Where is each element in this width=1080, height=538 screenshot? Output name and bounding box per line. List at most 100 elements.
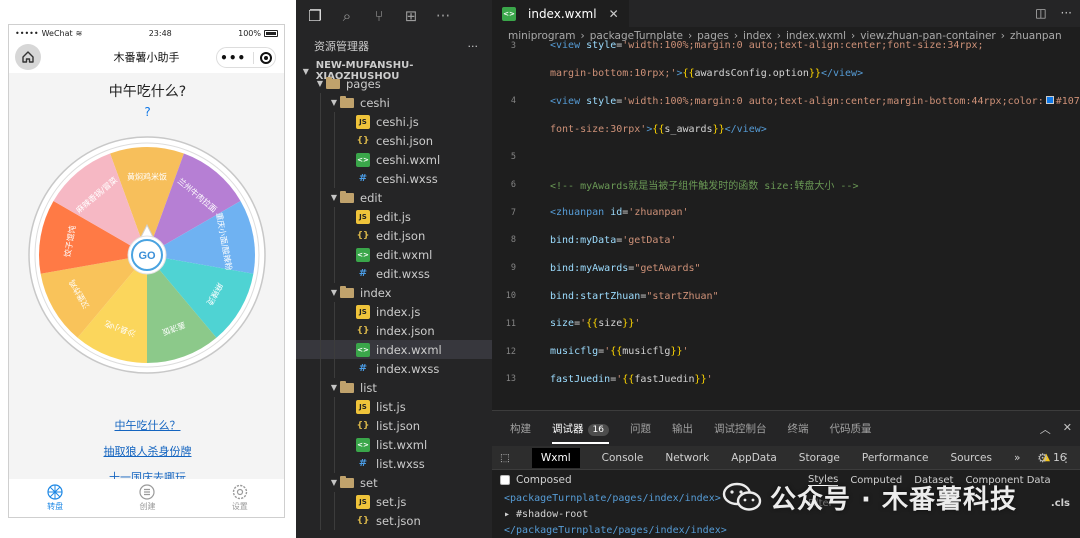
debug-tab[interactable]: 问题	[630, 421, 651, 436]
code-line[interactable]: 7 <zhuanpan id='zhuanpan'	[492, 199, 1080, 227]
line-number: 6	[510, 179, 516, 190]
search-icon[interactable]: ⌕	[338, 7, 356, 25]
indent-guide	[320, 150, 321, 169]
explorer-more-button[interactable]: ···	[468, 40, 479, 53]
line-number: 7	[510, 207, 516, 218]
tree-folder-set[interactable]: ▼ set	[296, 473, 492, 492]
more-icon[interactable]: ···	[434, 7, 452, 25]
close-icon[interactable]: ✕	[609, 7, 619, 21]
debug-tab[interactable]: 调试器 16	[552, 421, 609, 444]
debug-tab[interactable]: 构建	[510, 421, 531, 436]
tab-wheel[interactable]: 转盘	[9, 479, 101, 517]
tree-folder-pages[interactable]: ▼ pages	[296, 74, 492, 93]
indent-guide	[334, 302, 335, 321]
devtools-tab[interactable]: AppData	[731, 452, 777, 464]
cls-button[interactable]: .cls	[1051, 498, 1070, 509]
inspect-element-icon[interactable]: ⬚	[500, 452, 510, 464]
json-file-icon: {}	[356, 325, 370, 336]
code-line[interactable]: 4 <view style='width:100%;margin:0 auto;t…	[492, 88, 1080, 116]
source-control-icon[interactable]: ⑂	[370, 7, 388, 25]
code-line[interactable]: 9 bind:myAwards="getAwards"	[492, 254, 1080, 282]
chevron-up-icon[interactable]: ︿	[1040, 421, 1051, 437]
code-line[interactable]: 14repeat='{{repeat}}'	[492, 393, 1080, 396]
tree-file-ceshi-json[interactable]: {} ceshi.json	[296, 131, 492, 150]
tree-file-set-js[interactable]: JS set.js	[296, 492, 492, 511]
gear-icon[interactable]: ⚙	[1037, 451, 1048, 465]
tree-folder-index[interactable]: ▼ index	[296, 283, 492, 302]
tree-file-edit-json[interactable]: {} edit.json	[296, 226, 492, 245]
more-dots-icon[interactable]: •••	[220, 52, 246, 64]
debug-tab[interactable]: 终端	[787, 421, 808, 436]
tree-item-label: pages	[346, 76, 381, 91]
tree-folder-edit[interactable]: ▼ edit	[296, 188, 492, 207]
tree-file-list-wxml[interactable]: <> list.wxml	[296, 435, 492, 454]
link-werewolf[interactable]: 抽取狼人杀身份牌	[9, 443, 284, 459]
tree-file-index-json[interactable]: {} index.json	[296, 321, 492, 340]
json-file-icon: {}	[356, 515, 370, 526]
tree-file-ceshi-js[interactable]: JS ceshi.js	[296, 112, 492, 131]
battery-label: 100%	[238, 28, 261, 38]
tree-file-list-wxss[interactable]: # list.wxss	[296, 454, 492, 473]
devtools-tab[interactable]: Wxml	[531, 447, 580, 468]
code-line[interactable]: margin-bottom:10rpx;'>{{awardsConfig.opt…	[492, 60, 1080, 88]
tree-file-ceshi-wxml[interactable]: <> ceshi.wxml	[296, 150, 492, 169]
code-line[interactable]: 6 <!-- myAwards就是当被子组件触发时的函数 size:转盘大小 --…	[492, 171, 1080, 199]
tree-item-label: edit.wxss	[376, 266, 430, 281]
tab-bar: 转盘 创建 设置	[9, 479, 284, 517]
tree-file-index-wxml[interactable]: <> index.wxml	[296, 340, 492, 359]
devtools-tab[interactable]: Performance	[862, 452, 929, 464]
tree-file-index-wxss[interactable]: # index.wxss	[296, 359, 492, 378]
tree-file-edit-wxss[interactable]: # edit.wxss	[296, 264, 492, 283]
go-button-label[interactable]: GO	[138, 250, 156, 262]
code-line[interactable]: 10 bind:startZhuan="startZhuan"	[492, 282, 1080, 310]
tree-file-set-json[interactable]: {} set.json	[296, 511, 492, 530]
close-panel-icon[interactable]: ✕	[1063, 421, 1072, 437]
wxml-file-icon: <>	[356, 342, 370, 357]
tree-item-label: list.js	[376, 399, 406, 414]
code-line[interactable]: font-size:30rpx'>{{s_awards}}</view>	[492, 115, 1080, 143]
extensions-icon[interactable]: ⊞	[402, 7, 420, 25]
code-area[interactable]: 3 <view style='width:100%;margin:0 auto;t…	[492, 32, 1080, 396]
link-lunch[interactable]: 中午吃什么？	[9, 417, 284, 433]
composed-checkbox[interactable]	[500, 475, 510, 485]
devtools-tab[interactable]: Console	[602, 452, 644, 464]
debug-tab[interactable]: 调试控制台	[714, 421, 767, 436]
turntable-wheel[interactable]: 黄焖鸡米饭 兰州牛肉拉面重庆小面/酸辣粉麻辣烫盖浇饭沙县小吃汉堡炸鸡饺子馄饨麻辣香…	[27, 135, 267, 375]
tree-file-ceshi-wxss[interactable]: # ceshi.wxss	[296, 169, 492, 188]
wxml-node-close[interactable]: </packageTurnplate/pages/index/index>	[504, 522, 1080, 538]
code-line[interactable]: 5	[492, 143, 1080, 171]
code-line[interactable]: 12 musicflg='{{musicflg}}'	[492, 338, 1080, 366]
devtools-more-tabs[interactable]: »	[1014, 452, 1020, 464]
debug-tab[interactable]: 代码质量	[829, 421, 871, 436]
close-miniprogram-icon[interactable]	[259, 51, 272, 64]
explorer-panel: ❐ ⌕ ⑂ ⊞ ··· 资源管理器 ··· ▼ NEW-MUFANSHU-XIA…	[296, 0, 492, 538]
devtools-tab[interactable]: Network	[665, 452, 709, 464]
tab-index-wxml[interactable]: <> index.wxml ✕	[492, 0, 629, 27]
devtools-tab[interactable]: Storage	[799, 452, 840, 464]
code-line[interactable]: 8 bind:myData='getData'	[492, 227, 1080, 255]
files-icon[interactable]: ❐	[306, 7, 324, 25]
code-line[interactable]: 3 <view style='width:100%;margin:0 auto;t…	[492, 32, 1080, 60]
tree-file-list-json[interactable]: {} list.json	[296, 416, 492, 435]
editor-more-icon[interactable]: ···	[1061, 6, 1072, 20]
code-text: <!-- myAwards就是当被子组件触发时的函数 size:转盘大小 -->	[550, 181, 859, 193]
tree-folder-ceshi[interactable]: ▼ ceshi	[296, 93, 492, 112]
debug-tab[interactable]: 输出	[672, 421, 693, 436]
tab-settings[interactable]: 设置	[194, 479, 284, 517]
tree-file-edit-wxml[interactable]: <> edit.wxml	[296, 245, 492, 264]
line-number: 13	[505, 374, 516, 385]
tree-file-edit-js[interactable]: JS edit.js	[296, 207, 492, 226]
code-line[interactable]: 13 fastJuedin='{{fastJuedin}}'	[492, 366, 1080, 394]
home-button[interactable]	[15, 44, 41, 70]
tab-create[interactable]: 创建	[101, 479, 193, 517]
tree-file-index-js[interactable]: JS index.js	[296, 302, 492, 321]
indent-guide	[320, 359, 321, 378]
tree-item-label: set.js	[376, 494, 407, 509]
kebab-menu-icon[interactable]: ⋮	[1060, 451, 1072, 465]
tree-folder-list[interactable]: ▼ list	[296, 378, 492, 397]
code-line[interactable]: 11 size='{{size}}'	[492, 310, 1080, 338]
tree-item-label: ceshi.wxml	[376, 152, 441, 167]
tree-file-list-js[interactable]: JS list.js	[296, 397, 492, 416]
split-editor-icon[interactable]: ◫	[1035, 6, 1046, 20]
devtools-tab[interactable]: Sources	[950, 452, 992, 464]
